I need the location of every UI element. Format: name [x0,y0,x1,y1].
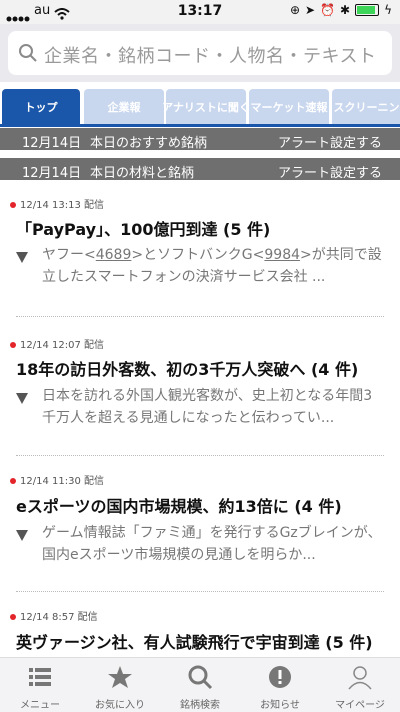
news-headline: 18年の訪日外客数、初の3千万人突破へ (4 件) [16,360,359,379]
news-headline: eスポーツの国内市場規模、約13倍に (4 件) [16,497,342,516]
nav-favorites[interactable]: お気に入り [80,658,160,712]
lock-rotation-icon: ⊕ [289,3,300,17]
battery-icon [355,4,380,16]
charging-icon: ϟ [384,3,392,17]
tab-bar: トップ 企業報 アナリストに聞く マーケット速報 スクリーニング [0,87,400,125]
news-meta: 12/14 11:30 配信 [20,476,104,487]
nav-label: お気に入り [95,700,145,711]
nav-label: 銘柄検索 [180,700,220,711]
expand-triangle-icon[interactable] [16,252,28,263]
new-dot-icon [10,614,16,620]
summary-text: ヤフー< [42,247,96,263]
expand-triangle-icon[interactable] [16,393,28,404]
alarm-icon: ⏰ [320,3,336,17]
alert-bar[interactable]: 12月14日 本日のおすすめ銘柄 アラート設定する [0,128,400,151]
nav-notifications[interactable]: お知らせ [240,658,320,712]
tab-analyst[interactable]: アナリストに聞く [162,89,250,125]
nav-my-page[interactable]: マイページ [320,658,400,712]
news-item[interactable]: 12/14 11:30 配信 eスポーツの国内市場規模、約13倍に (4 件) … [0,462,400,592]
new-dot-icon [10,202,16,208]
separator [16,591,384,592]
alert-setting-button[interactable]: アラート設定する [278,132,382,151]
news-meta: 12/14 12:07 配信 [20,340,104,351]
news-summary: ヤフー<4689>とソフトバンクG<9984>が共同で設立したスマートフォンの決… [42,244,382,288]
news-meta: 12/14 8:57 配信 [20,612,98,623]
news-summary: ゲーム情報誌「ファミ通」を発行するGzブレインが、国内eスポーツ市場規模の見通し… [42,525,382,563]
alert-bar[interactable]: 12月14日 本日の材料と銘柄 アラート設定する [0,158,400,181]
user-icon [348,666,372,690]
news-headline: 英ヴァージン社、有人試験飛行で宇宙到達 (5 件) [16,633,373,652]
tab-screening[interactable]: スクリーニング [332,89,400,125]
alert-date: 12月14日 [22,136,82,151]
search-input[interactable]: 企業名・銘柄コード・人物名・テキスト [8,31,392,75]
tab-kigyoho[interactable]: 企業報 [84,89,164,125]
stock-code-link[interactable]: 9984 [264,247,300,263]
nav-stock-search[interactable]: 銘柄検索 [160,658,240,712]
nav-label: お知らせ [260,700,300,711]
search-bar: 企業名・銘柄コード・人物名・テキスト [0,24,400,82]
bluetooth-icon: ✱ [340,3,351,17]
search-icon [19,44,37,62]
news-summary: 日本を訪れる外国人観光客数が、史上初となる年間3千万人を超える見通しになったと伝… [42,388,373,426]
new-dot-icon [10,342,16,348]
bottom-nav: メニュー お気に入り 銘柄検索 お知らせ マイページ [0,657,400,712]
news-headline: 「PayPay」、100億円到達 (5 件) [16,220,271,239]
tab-top[interactable]: トップ [2,89,80,125]
alert-date: 12月14日 [22,166,82,181]
alert-title: 本日のおすすめ銘柄 [90,136,208,151]
separator [16,455,384,456]
menu-icon [29,668,51,686]
alert-icon [269,666,291,688]
new-dot-icon [10,478,16,484]
nav-menu[interactable]: メニュー [0,658,80,712]
location-icon: ➤ [305,3,316,17]
search-placeholder: 企業名・銘柄コード・人物名・テキスト [44,46,377,67]
separator [16,316,384,317]
expand-triangle-icon[interactable] [16,530,28,541]
news-meta: 12/14 13:13 配信 [20,200,104,211]
news-item[interactable]: 12/14 12:07 配信 18年の訪日外客数、初の3千万人突破へ (4 件)… [0,326,400,456]
status-bar: au 13:17 ⊕ ➤ ⏰ ✱ ϟ [0,0,400,24]
news-item[interactable]: 12/14 13:13 配信 「PayPay」、100億円到達 (5 件) ヤフ… [0,190,400,318]
alert-setting-button[interactable]: アラート設定する [278,162,382,181]
nav-label: メニュー [20,700,60,711]
search-icon [188,665,213,690]
alert-title: 本日の材料と銘柄 [90,166,195,181]
nav-label: マイページ [335,700,385,711]
star-icon [108,666,132,688]
tab-market-news[interactable]: マーケット速報 [249,89,329,125]
summary-text: >とソフトバンクG< [131,247,265,263]
news-item[interactable]: 12/14 8:57 配信 英ヴァージン社、有人試験飛行で宇宙到達 (5 件) [0,598,400,656]
stock-code-link[interactable]: 4689 [96,247,132,263]
tab-underline [0,124,400,127]
